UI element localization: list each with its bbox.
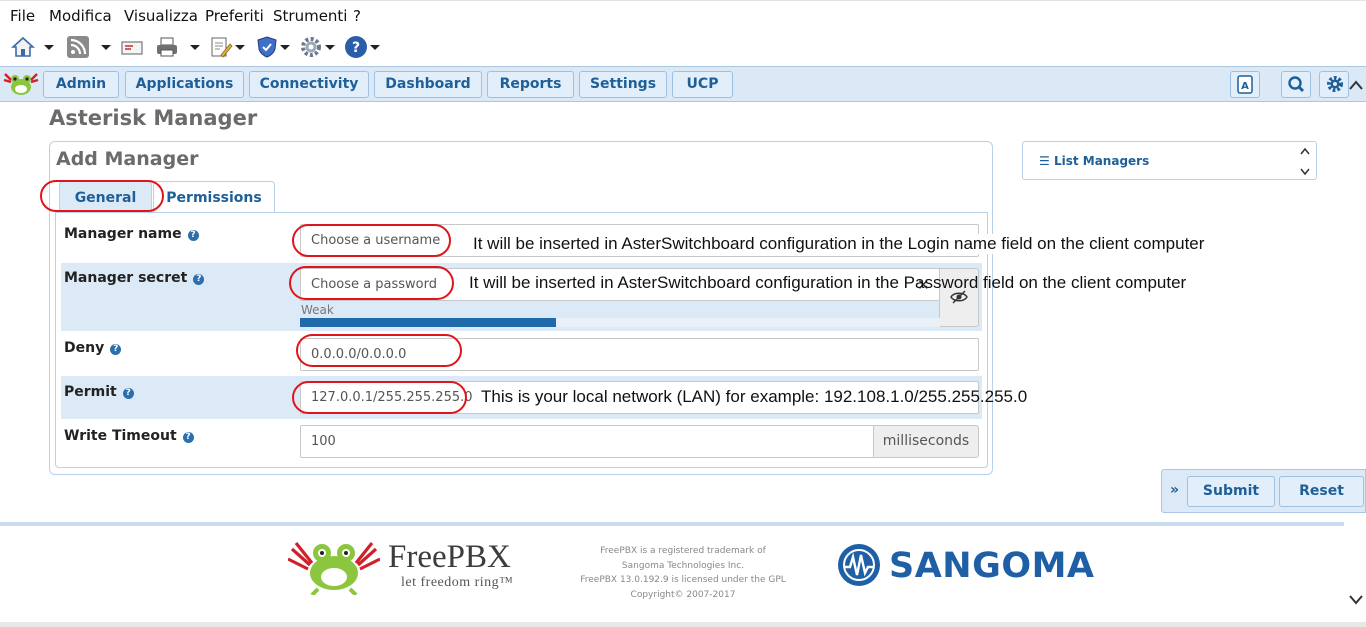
nav-settings[interactable]: Settings — [579, 71, 667, 98]
legal-line: FreePBX 13.0.192.9 is licensed under the… — [580, 575, 786, 585]
menu-strumenti[interactable]: Strumenti — [273, 7, 347, 25]
translate-icon[interactable]: A — [1230, 71, 1260, 98]
security-dropdown-arrow-icon[interactable] — [280, 45, 290, 50]
permit-annotation: This is your local network (LAN) for exa… — [481, 387, 1028, 406]
collapse-action-bar-icon[interactable]: » — [1170, 482, 1179, 498]
list-managers-dropdown[interactable]: ☰ List Managers — [1022, 141, 1317, 180]
sangoma-brand-text: SANGOMA — [889, 546, 1095, 586]
nav-applications[interactable]: Applications — [125, 71, 244, 98]
deny-highlight — [296, 334, 462, 367]
reset-button[interactable]: Reset — [1279, 476, 1364, 507]
password-strength-fill — [300, 318, 556, 327]
permit-highlight — [292, 381, 467, 414]
footer-legal: FreePBX is a registered trademark of San… — [574, 544, 792, 602]
freepbx-tagline: let freedom ring™ — [401, 575, 514, 590]
write-timeout-unit: milliseconds — [873, 425, 979, 458]
freepbx-nav-bar: Admin Applications Connectivity Dashboar… — [0, 66, 1366, 102]
username-annotation: It will be inserted in AsterSwitchboard … — [473, 234, 1207, 254]
page-title: Asterisk Manager — [49, 106, 258, 130]
freepbx-frog-logo-icon[interactable] — [2, 70, 40, 103]
legal-line: Sangoma Technologies Inc. — [621, 560, 745, 571]
write-timeout-label: Write Timeout? — [64, 428, 194, 444]
menu-modifica[interactable]: Modifica — [49, 7, 112, 25]
list-icon: ☰ — [1039, 154, 1050, 168]
svg-text:?: ? — [352, 40, 360, 56]
print-icon[interactable] — [155, 35, 179, 61]
deny-label: Deny? — [64, 340, 122, 356]
page-scroll-down-icon[interactable] — [1348, 593, 1364, 612]
write-timeout-input[interactable]: 100 — [300, 425, 875, 458]
permit-label: Permit? — [64, 384, 134, 400]
settings-dropdown-arrow-icon[interactable] — [325, 45, 335, 50]
mail-icon[interactable] — [120, 35, 144, 61]
nav-admin[interactable]: Admin — [43, 71, 119, 98]
security-shield-icon[interactable] — [255, 35, 279, 61]
search-icon[interactable] — [1281, 71, 1311, 98]
username-highlight — [292, 224, 451, 257]
deny-help-icon[interactable]: ? — [110, 344, 122, 355]
print-dropdown-arrow-icon[interactable] — [190, 45, 200, 50]
menu-preferiti[interactable]: Preferiti — [205, 7, 264, 25]
freepbx-frog-icon — [287, 541, 381, 600]
page-edit-icon[interactable] — [209, 35, 233, 61]
help-dropdown-arrow-icon[interactable] — [370, 45, 380, 50]
panel-title: Add Manager — [56, 148, 199, 170]
settings-gear-icon[interactable] — [299, 35, 323, 61]
manager-secret-label: Manager secret? — [64, 270, 205, 286]
manager-name-label: Manager name? — [64, 226, 199, 242]
page-scroll-up-icon[interactable] — [1348, 78, 1364, 97]
password-annotation: It will be inserted in AsterSwitchboard … — [469, 273, 1187, 292]
home-icon[interactable] — [11, 35, 35, 61]
password-strength-meter — [300, 318, 940, 327]
legal-line: FreePBX is a registered trademark of — [600, 546, 766, 556]
submit-button[interactable]: Submit — [1187, 476, 1275, 507]
manager-name-help-icon[interactable]: ? — [187, 230, 199, 241]
svg-text:A: A — [1241, 81, 1249, 92]
gear-icon[interactable] — [1319, 71, 1349, 98]
footer-divider — [0, 522, 1344, 526]
ie-menu-bar: File Modifica Visualizza Preferiti Strum… — [0, 0, 1366, 31]
menu-file[interactable]: File — [10, 7, 35, 25]
password-strength-label: Weak — [301, 303, 334, 317]
action-bar: » Submit Reset — [1161, 469, 1366, 513]
rss-feed-icon[interactable] — [66, 35, 90, 61]
freepbx-brand-text: FreePBX — [388, 539, 511, 575]
ie-toolbar: ? — [0, 31, 1366, 65]
tab-permissions[interactable]: Permissions — [153, 181, 275, 213]
nav-dashboard[interactable]: Dashboard — [374, 71, 482, 98]
page-bottom-border — [0, 622, 1366, 627]
permit-help-icon[interactable]: ? — [122, 388, 134, 399]
general-tab-highlight — [40, 180, 164, 212]
manager-secret-help-icon[interactable]: ? — [193, 274, 205, 285]
legal-line: Copyright© 2007-2017 — [630, 589, 736, 600]
menu-help[interactable]: ? — [353, 7, 361, 25]
rss-dropdown-arrow-icon[interactable] — [101, 45, 111, 50]
write-timeout-help-icon[interactable]: ? — [182, 432, 194, 443]
list-scroll-arrows-icon[interactable] — [1299, 145, 1311, 177]
nav-connectivity[interactable]: Connectivity — [249, 71, 369, 98]
home-dropdown-arrow-icon[interactable] — [44, 45, 54, 50]
nav-reports[interactable]: Reports — [487, 71, 574, 98]
list-managers-label: ☰ List Managers — [1039, 154, 1150, 168]
menu-visualizza[interactable]: Visualizza — [124, 7, 198, 25]
help-icon[interactable]: ? — [344, 35, 368, 61]
nav-ucp[interactable]: UCP — [672, 71, 733, 98]
password-highlight — [289, 266, 454, 300]
page-dropdown-arrow-icon[interactable] — [235, 45, 245, 50]
sangoma-logo-icon — [837, 543, 881, 592]
